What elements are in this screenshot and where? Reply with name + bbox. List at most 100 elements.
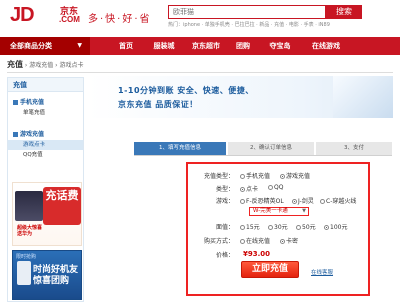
buy-method-card-radio[interactable]: 卡密 xyxy=(280,236,298,245)
sidebar-item-single-recharge[interactable]: 单笔充值 xyxy=(8,108,83,118)
promo-ad-phone[interactable]: 限时抢购 时尚好机友 惊喜团购 xyxy=(12,250,82,300)
radio-label: 30元 xyxy=(274,224,288,231)
hot-search-words[interactable]: 热门：iphone · 单独手机壳 · 巴拉巴拉 · 新品 · 充值 · 电影 … xyxy=(168,21,330,28)
sidebar-group-games[interactable]: 游戏充值 xyxy=(8,130,83,140)
nav-item-online-games[interactable]: 在线游戏 xyxy=(304,37,348,55)
card-type-select-value: W-完美一卡通 xyxy=(253,208,288,214)
promo-ad-title-line: 惊喜团购 xyxy=(33,276,70,286)
radio-label: F-反恐精英OL xyxy=(246,198,284,205)
recharge-type-game-radio[interactable]: 游戏充值 xyxy=(280,171,310,180)
phone-image xyxy=(17,261,31,285)
radio-icon xyxy=(324,225,329,230)
price-value: ¥93.00 xyxy=(243,250,271,258)
recharge-type-mobile-radio[interactable]: 手机充值 xyxy=(240,171,270,180)
radio-icon xyxy=(240,199,245,204)
promo-ad-headline: 充话费 xyxy=(43,187,81,225)
radio-icon xyxy=(240,225,245,230)
promo-ad-title-line: 时尚好机友 xyxy=(33,265,79,275)
face-value-15-radio[interactable]: 15元 xyxy=(240,222,260,231)
radio-label: 15元 xyxy=(246,224,260,231)
recharge-banner: 1-10分钟到账 安全、快速、便捷、 京东充值 品质保证！ xyxy=(88,76,393,118)
game-cf-online-radio[interactable]: F-反恐精英OL xyxy=(240,196,284,205)
banner-line: 京东充值 品质保证！ xyxy=(118,100,198,109)
breadcrumb-item[interactable]: 游戏充值 xyxy=(29,62,53,69)
radio-label: 在线充值 xyxy=(246,238,271,245)
promo-ad-line: 送华为 xyxy=(17,231,33,237)
kind-qq-radio[interactable]: QQ xyxy=(268,184,283,191)
radio-label: 50元 xyxy=(302,224,316,231)
sidebar-group-label: 游戏充值 xyxy=(20,131,45,138)
promo-ad-recharge[interactable]: 充话费 超级大惊喜 送华为 xyxy=(12,182,82,246)
step-pay: 3、支付 xyxy=(316,142,392,155)
all-categories-menu[interactable]: 全部商品分类 ▼ xyxy=(0,37,90,55)
kind-card-radio[interactable]: 点卡 xyxy=(240,184,258,193)
search-input[interactable]: 欧菲猫 xyxy=(168,5,326,19)
face-value-30-radio[interactable]: 30元 xyxy=(268,222,288,231)
radio-icon xyxy=(292,199,297,204)
radio-icon xyxy=(268,225,273,230)
sidebar-group-label: 手机充值 xyxy=(20,99,45,106)
nav-item-supermarket[interactable]: 京东超市 xyxy=(186,37,226,55)
site-header: JD 京东 .COM 多·快·好·省 欧菲猫 搜索 热门：iphone · 单独… xyxy=(0,0,400,34)
nav-item-auction[interactable]: 夺宝岛 xyxy=(262,37,298,55)
radio-label: 点卡 xyxy=(246,186,259,193)
online-service-link[interactable]: 在线客服 xyxy=(311,268,333,276)
all-categories-label: 全部商品分类 xyxy=(10,42,52,50)
radio-icon xyxy=(280,239,285,244)
radio-label: J-剑灵 xyxy=(298,198,314,205)
radio-icon xyxy=(296,225,301,230)
search-button[interactable]: 搜索 xyxy=(326,5,362,19)
radio-icon xyxy=(240,174,245,179)
promo-ad-title: 时尚好机友 惊喜团购 xyxy=(33,265,78,287)
radio-icon xyxy=(280,174,285,179)
gamepad-icon xyxy=(13,132,18,137)
nav-item-group-buy[interactable]: 团购 xyxy=(230,37,256,55)
nav-item-clothing[interactable]: 服装城 xyxy=(146,37,182,55)
game-label: 游戏： xyxy=(215,198,234,205)
radio-label: 卡密 xyxy=(286,238,299,245)
radio-label: C-穿越火线 xyxy=(326,198,357,205)
radio-label: 游戏充值 xyxy=(286,173,311,180)
radio-label: 手机充值 xyxy=(246,173,271,180)
steps-divider xyxy=(134,155,392,156)
banner-line: 1-10分钟到账 安全、快速、便捷、 xyxy=(118,86,254,95)
jd-logo-com: .COM xyxy=(59,15,80,24)
promo-ad-label: 限时抢购 xyxy=(16,254,37,260)
breadcrumb-root[interactable]: 充值 xyxy=(7,60,23,69)
chevron-down-icon: ▼ xyxy=(77,42,82,49)
step-confirm-order: 2、确认订单信息 xyxy=(228,142,314,155)
card-type-select[interactable]: W-完美一卡通 ▼ xyxy=(249,207,309,216)
promo-ad-text: 超级大惊喜 送华为 xyxy=(17,225,81,245)
main-nav: 全部商品分类 ▼ 首页 服装城 京东超市 团购 夺宝岛 在线游戏 xyxy=(0,37,400,55)
sidebar-item-qq-recharge[interactable]: QQ充值 xyxy=(8,150,83,160)
price-label: 价格： xyxy=(215,252,234,259)
radio-icon xyxy=(240,187,245,192)
sidebar-item-game-card[interactable]: 游戏点卡 xyxy=(8,140,83,150)
phone-icon xyxy=(13,100,18,105)
game-crossfire-radio[interactable]: C-穿越火线 xyxy=(320,196,356,205)
face-value-50-radio[interactable]: 50元 xyxy=(296,222,316,231)
face-value-label: 面值： xyxy=(215,224,234,231)
buy-method-label: 购买方式： xyxy=(203,238,234,245)
jd-logo[interactable]: JD xyxy=(10,4,35,27)
sidebar-group-mobile[interactable]: 手机充值 xyxy=(8,98,83,108)
radio-label: QQ xyxy=(274,184,284,191)
banner-decoration xyxy=(333,76,393,118)
face-value-100-radio[interactable]: 100元 xyxy=(324,222,347,231)
radio-icon xyxy=(268,185,273,190)
radio-icon xyxy=(240,239,245,244)
buy-method-online-radio[interactable]: 在线充值 xyxy=(240,236,270,245)
chevron-down-icon: ▼ xyxy=(302,208,306,214)
radio-icon xyxy=(320,199,325,204)
breadcrumb-item[interactable]: 游戏点卡 xyxy=(59,62,83,69)
sidebar-title: 充值 xyxy=(8,78,83,92)
progress-steps: 1、填写充值信息 2、确认订单信息 3、支付 xyxy=(134,142,392,155)
recharge-now-button[interactable]: 立即充值 xyxy=(241,261,299,278)
slogan: 多·快·好·省 xyxy=(88,14,152,25)
step-fill-info: 1、填写充值信息 xyxy=(134,142,226,155)
nav-item-home[interactable]: 首页 xyxy=(112,37,140,55)
game-blade-soul-radio[interactable]: J-剑灵 xyxy=(292,196,314,205)
stage-image xyxy=(15,191,43,221)
recharge-type-label: 充值类型： xyxy=(203,173,234,180)
breadcrumb: 充值 › 游戏充值 › 游戏点卡 xyxy=(7,59,393,73)
